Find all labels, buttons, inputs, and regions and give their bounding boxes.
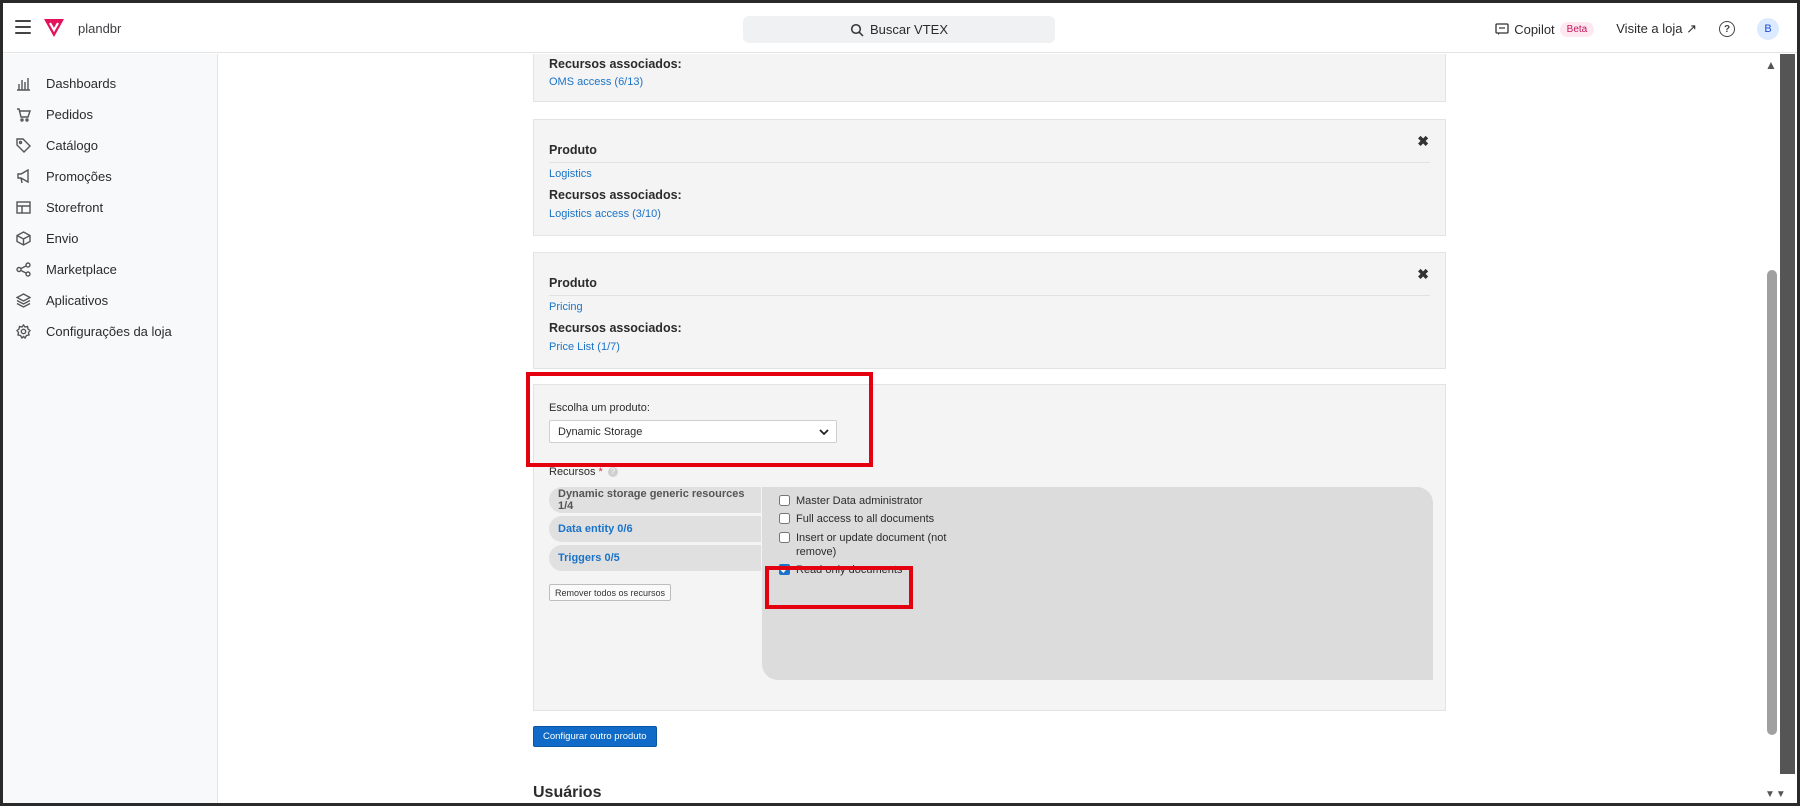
resources-heading: Recursos associados: <box>549 321 682 335</box>
sidebar: Dashboards Pedidos Catálogo Promoções St… <box>3 54 218 803</box>
sidebar-item-pedidos[interactable]: Pedidos <box>3 102 217 126</box>
checkbox-input[interactable] <box>779 513 790 524</box>
sidebar-item-label: Envio <box>46 230 79 246</box>
resource-link[interactable]: OMS access (6/13) <box>549 76 643 88</box>
product-card-pricing: Produto ✖ Pricing Recursos associados: P… <box>533 252 1446 369</box>
remove-all-resources-button[interactable]: Remover todos os recursos <box>549 584 672 601</box>
checkbox-insert-update[interactable]: Insert or update document (not remove) <box>779 531 949 559</box>
product-heading: Produto <box>549 276 597 290</box>
vtex-logo[interactable] <box>43 18 65 38</box>
product-link[interactable]: Logistics <box>549 168 592 180</box>
checkbox-full-access[interactable]: Full access to all documents <box>779 512 959 526</box>
layers-icon <box>16 292 31 308</box>
resources-label: Recursos <box>549 466 596 478</box>
search-bar[interactable]: Buscar VTEX <box>743 16 1055 43</box>
copilot-label: Copilot <box>1514 21 1555 37</box>
choose-product-label: Escolha um produto: <box>549 402 650 414</box>
resource-link[interactable]: Price List (1/7) <box>549 341 620 353</box>
required-mark: * <box>598 466 603 478</box>
megaphone-icon <box>17 168 29 183</box>
share-icon <box>16 261 31 277</box>
sidebar-item-label: Aplicativos <box>46 292 109 308</box>
product-card-oms: Recursos associados: OMS access (6/13) <box>533 54 1446 102</box>
resource-link[interactable]: Logistics access (3/10) <box>549 208 661 220</box>
sidebar-item-aplicativos[interactable]: Aplicativos <box>3 288 217 312</box>
checkbox-input[interactable] <box>779 495 790 506</box>
product-card-logistics: Produto ✖ Logistics Recursos associados:… <box>533 119 1446 236</box>
checkbox-label: Read only documents <box>796 564 903 576</box>
visit-store-link[interactable]: Visite a loja ↗ <box>1616 21 1697 37</box>
tab-label: Triggers 0/5 <box>558 552 620 564</box>
product-select-value: Dynamic Storage <box>558 425 643 438</box>
product-chooser-card: Escolha um produto: Dynamic Storage Recu… <box>533 384 1446 711</box>
main-content: Recursos associados: OMS access (6/13) P… <box>219 54 1764 803</box>
product-link[interactable]: Pricing <box>549 301 583 313</box>
product-select[interactable]: Dynamic Storage <box>549 420 837 443</box>
checkbox-label: Master Data administrator <box>796 495 923 507</box>
users-section-title: Usuários <box>533 784 602 801</box>
copilot-button[interactable]: Copilot Beta <box>1495 21 1595 37</box>
info-icon[interactable]: ? <box>607 467 618 478</box>
sidebar-item-configuracoes[interactable]: Configurações da loja <box>3 319 217 343</box>
sidebar-item-label: Dashboards <box>46 75 117 91</box>
search-label: Buscar VTEX <box>869 22 949 37</box>
layout-icon <box>16 200 31 214</box>
top-bar: plandbr Buscar VTEX Copilot Beta Visite … <box>3 3 1797 53</box>
divider <box>549 162 1430 163</box>
resources-panel: Master Data administrator Full access to… <box>762 487 1433 680</box>
sidebar-item-storefront[interactable]: Storefront <box>3 195 217 219</box>
sidebar-item-dashboards[interactable]: Dashboards <box>3 71 217 95</box>
gear-icon <box>16 323 31 339</box>
checkbox-read-only[interactable]: Read only documents <box>779 563 959 577</box>
chat-icon <box>1495 23 1509 35</box>
top-right-actions: Copilot Beta Visite a loja ↗ ? B <box>1495 15 1779 43</box>
store-name[interactable]: plandbr <box>78 21 121 36</box>
checkbox-master-data-admin[interactable]: Master Data administrator <box>779 494 959 508</box>
tab-label: Data entity 0/6 <box>558 523 633 535</box>
scroll-down-arrow-icon[interactable]: ▼▼ <box>1765 789 1787 800</box>
checkbox-input[interactable] <box>779 532 790 543</box>
sidebar-item-envio[interactable]: Envio <box>3 226 217 250</box>
scrollbar-thumb[interactable] <box>1767 270 1777 735</box>
cart-icon <box>17 107 31 122</box>
window-edge <box>1780 54 1795 774</box>
sidebar-item-label: Promoções <box>46 168 112 184</box>
sidebar-item-label: Pedidos <box>46 106 93 122</box>
tab-dynamic-storage-generic[interactable]: Dynamic storage generic resources 1/4 <box>549 487 761 513</box>
search-icon <box>850 23 864 37</box>
resources-heading: Recursos associados: <box>549 188 682 202</box>
sidebar-item-promocoes[interactable]: Promoções <box>3 164 217 188</box>
menu-icon[interactable] <box>15 20 31 34</box>
resources-label-row: Recursos * ? <box>549 466 618 478</box>
checkbox-label: Full access to all documents <box>796 513 935 525</box>
divider <box>549 295 1430 296</box>
sidebar-item-marketplace[interactable]: Marketplace <box>3 257 217 281</box>
resources-heading: Recursos associados: <box>549 57 682 71</box>
app-window: plandbr Buscar VTEX Copilot Beta Visite … <box>3 3 1797 803</box>
beta-badge: Beta <box>1559 21 1595 37</box>
tag-icon <box>16 137 31 153</box>
checkbox-label: Insert or update document (not remove) <box>796 532 947 558</box>
close-icon[interactable]: ✖ <box>1417 266 1429 283</box>
sidebar-item-label: Configurações da loja <box>46 323 172 339</box>
chart-icon <box>17 77 30 91</box>
box-icon <box>16 230 31 246</box>
tab-triggers[interactable]: Triggers 0/5 <box>549 545 761 571</box>
sidebar-item-label: Marketplace <box>46 261 117 277</box>
tab-label: Dynamic storage generic resources 1/4 <box>558 488 745 512</box>
configure-another-product-button[interactable]: Configurar outro produto <box>533 726 657 747</box>
sidebar-item-catalogo[interactable]: Catálogo <box>3 133 217 157</box>
checkbox-input[interactable] <box>779 564 790 575</box>
chevron-down-icon <box>819 429 829 436</box>
product-heading: Produto <box>549 143 597 157</box>
close-icon[interactable]: ✖ <box>1417 133 1429 150</box>
scrollbar[interactable]: ▲ ▼▼ <box>1764 54 1797 803</box>
avatar[interactable]: B <box>1757 18 1779 40</box>
sidebar-item-label: Storefront <box>46 199 104 215</box>
help-icon[interactable]: ? <box>1719 21 1735 37</box>
tab-data-entity[interactable]: Data entity 0/6 <box>549 516 761 542</box>
scroll-up-arrow-icon[interactable]: ▲ <box>1765 58 1777 72</box>
sidebar-item-label: Catálogo <box>46 137 99 153</box>
